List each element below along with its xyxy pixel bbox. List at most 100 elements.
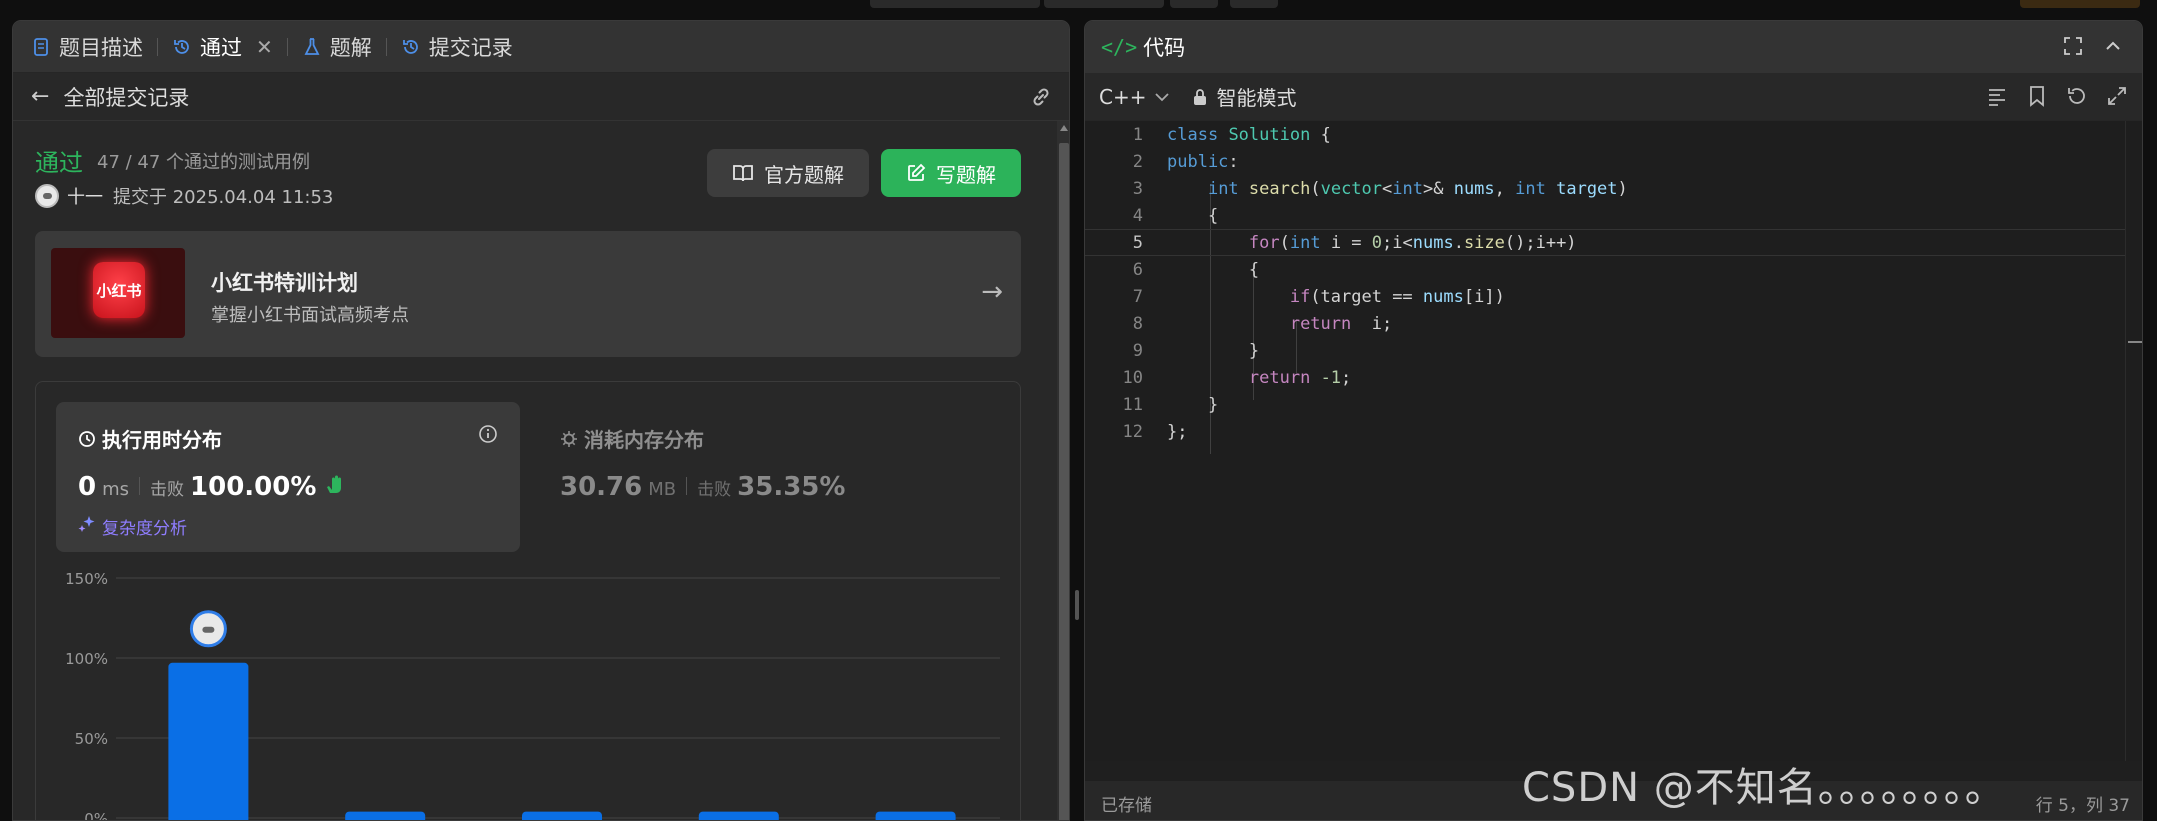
cursor-position: 行 5，列 37	[2035, 796, 2130, 816]
editor-scrollbar[interactable]	[2125, 121, 2142, 761]
code-text: if(target == nums[i])	[1289, 286, 1505, 307]
tab-divider	[286, 37, 288, 56]
tab-solutions[interactable]: 题解	[302, 32, 372, 62]
code-icon: </>	[1101, 35, 1138, 59]
metric-divider	[139, 477, 141, 495]
code-line: 4 {	[1085, 202, 2125, 229]
code-line: 9 }	[1085, 337, 2125, 364]
button-label: 官方题解	[764, 162, 844, 187]
line-number: 11	[1122, 394, 1143, 415]
avatar[interactable]	[35, 184, 59, 208]
code-text: return -1;	[1248, 367, 1352, 388]
scroll-up-icon[interactable]	[1060, 125, 1068, 131]
performance-stats: 执行用时分布 0 ms 击败 100.00% 复杂度分析 消耗内存分布 30.7…	[35, 381, 1022, 820]
tab-label: 通过	[200, 35, 242, 60]
memory-title-text: 消耗内存分布	[584, 428, 704, 452]
official-solution-button[interactable]: 官方题解	[707, 149, 869, 197]
line-number: 12	[1122, 421, 1143, 442]
top-strip-block	[2020, 0, 2140, 8]
code-text: for(int i = 0;i<nums.size();i++)	[1248, 232, 1577, 253]
share-link-icon[interactable]	[1029, 85, 1053, 113]
top-strip-block	[1230, 0, 1278, 8]
metric-divider	[686, 477, 688, 495]
format-icon[interactable]	[1986, 85, 2008, 111]
sparkle-icon	[78, 515, 96, 538]
tab-divider	[385, 37, 387, 56]
memory-value: 30.76	[560, 472, 643, 502]
code-editor[interactable]: 1 class Solution { 2 public: 3 int search(…	[1085, 121, 2142, 761]
back-arrow-icon[interactable]: ←	[31, 84, 49, 109]
reset-icon[interactable]	[2066, 85, 2088, 111]
code-text: class Solution {	[1167, 124, 1331, 145]
tab-label: 提交记录	[428, 35, 513, 60]
runtime-beat-pct: 100.00%	[190, 472, 317, 502]
line-number: 1	[1132, 124, 1143, 145]
editor-actions	[1986, 85, 2128, 111]
memory-card[interactable]: 消耗内存分布 30.76 MB 击败 35.35%	[560, 402, 1000, 552]
code-line: 8 return i;	[1085, 310, 2125, 337]
line-number: 8	[1132, 313, 1143, 334]
language-select[interactable]: C++	[1099, 85, 1146, 109]
submission-subheader: ← 全部提交记录	[13, 73, 1069, 121]
lock-icon	[1192, 88, 1208, 106]
code-line: 2 public:	[1085, 148, 2125, 175]
y-tick-label: 150%	[65, 570, 108, 588]
arrow-right-icon[interactable]: →	[981, 277, 1003, 307]
info-icon[interactable]	[478, 424, 498, 448]
history-icon	[401, 37, 421, 57]
close-icon[interactable]: ✕	[256, 35, 273, 59]
top-strip-block	[1170, 0, 1218, 8]
tab-submissions[interactable]: 提交记录	[401, 32, 513, 62]
submission-panel: 题目描述 通过 ✕ 题解 提交记录 ← 全部提交记录 通过 47 / 47 个通…	[12, 20, 1070, 821]
promo-banner[interactable]: 小红书 小红书特训计划 掌握小红书面试高频考点 →	[35, 231, 1021, 357]
clap-icon	[324, 475, 346, 500]
top-strip-block	[1044, 0, 1164, 8]
memory-beat-pct: 35.35%	[737, 472, 846, 502]
chevron-down-icon[interactable]	[1154, 87, 1170, 106]
top-strip	[0, 0, 2157, 20]
line-number: 10	[1122, 367, 1143, 388]
code-text: }	[1167, 340, 1260, 361]
memory-unit: MB	[648, 479, 677, 500]
all-submissions-link[interactable]: 全部提交记录	[63, 82, 189, 112]
code-line: 7 if(target == nums[i])	[1085, 283, 2125, 310]
code-text: {	[1167, 259, 1260, 280]
smart-mode-toggle[interactable]: 智能模式	[1216, 82, 1296, 111]
save-status: 已存储	[1101, 796, 1152, 816]
testcase-count: 47 / 47 个通过的测试用例	[97, 152, 311, 173]
submitter-info: 十一 提交于 2025.04.04 11:53	[35, 183, 333, 209]
line-number: 3	[1132, 178, 1143, 199]
promo-title: 小红书特训计划	[211, 271, 358, 295]
write-solution-button[interactable]: 写题解	[881, 149, 1021, 197]
document-icon	[31, 37, 51, 57]
bookmark-icon[interactable]	[2026, 85, 2048, 111]
chart-bar	[522, 811, 602, 820]
tab-accepted[interactable]: 通过 ✕	[172, 32, 273, 62]
runtime-title-text: 执行用时分布	[102, 428, 222, 452]
y-tick-label: 100%	[65, 650, 108, 668]
scrollbar[interactable]	[1057, 121, 1069, 820]
code-line: 1 class Solution {	[1085, 121, 2125, 148]
tab-description[interactable]: 题目描述	[31, 32, 143, 62]
complexity-analysis-link[interactable]: 复杂度分析	[78, 514, 187, 539]
chart-bar	[698, 811, 779, 820]
code-panel: </> 代码 C++ 智能模式 1 class Solution {2 pub…	[1084, 20, 2143, 821]
scrollbar-thumb[interactable]	[1059, 143, 1069, 820]
panel-resize-handle[interactable]	[1075, 590, 1079, 620]
runtime-distribution-chart: 150% 100% 50% 0%	[36, 562, 1022, 820]
fullscreen-icon[interactable]	[2062, 35, 2084, 57]
line-number: 7	[1132, 286, 1143, 307]
tab-divider	[157, 37, 158, 56]
runtime-unit: ms	[102, 479, 130, 500]
button-label: 写题解	[936, 162, 996, 187]
expand-icon[interactable]	[2106, 85, 2128, 111]
line-number: 5	[1132, 232, 1143, 253]
chart-bar	[168, 662, 249, 820]
memory-title: 消耗内存分布	[560, 424, 704, 453]
runtime-card[interactable]: 执行用时分布 0 ms 击败 100.00% 复杂度分析	[56, 402, 520, 552]
username[interactable]: 十一	[67, 183, 103, 209]
edit-icon	[906, 163, 926, 183]
line-number: 6	[1132, 259, 1143, 280]
collapse-icon[interactable]	[2102, 35, 2124, 57]
code-line: 6 {	[1085, 256, 2125, 283]
